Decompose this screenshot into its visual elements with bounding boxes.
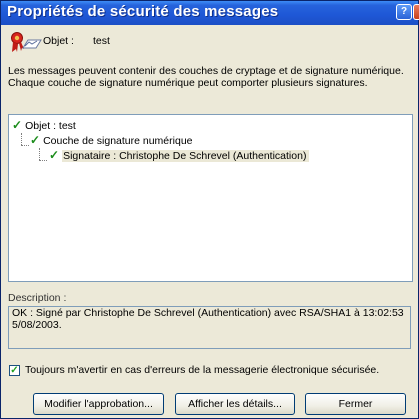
tree-node-label: Couche de signature numérique: [43, 135, 193, 147]
green-checkmark-icon: ✓: [49, 148, 60, 162]
green-checkmark-icon: ✓: [30, 133, 41, 147]
tree-connector: [39, 148, 40, 160]
tree-connector: [39, 160, 47, 161]
tree-node-object[interactable]: ✓ Objet : test: [12, 118, 76, 132]
edit-trust-button[interactable]: Modifier l'approbation...: [33, 393, 164, 415]
tree-node-label: Objet : test: [25, 120, 76, 132]
intro-text: Les messages peuvent contenir des couche…: [8, 65, 404, 89]
description-box: OK : Signé par Christophe De Schrevel (A…: [8, 306, 411, 349]
object-value: test: [93, 35, 110, 47]
tree-connector: [21, 145, 29, 146]
certificate-seal-icon: [11, 32, 42, 52]
help-button[interactable]: ?: [396, 4, 412, 20]
security-properties-dialog: Propriétés de sécurité des messages ? Ob…: [0, 0, 419, 419]
close-window-button[interactable]: [413, 4, 419, 20]
tree-connector: [21, 133, 22, 145]
window-title: Propriétés de sécurité des messages: [7, 3, 279, 20]
title-bar[interactable]: Propriétés de sécurité des messages ?: [1, 1, 419, 25]
signature-tree[interactable]: ✓ Objet : test ✓ Couche de signature numér…: [8, 114, 413, 282]
tree-node-label: Signataire : Christophe De Schrevel (Aut…: [62, 150, 310, 162]
description-label: Description :: [8, 292, 67, 304]
tree-node-signer[interactable]: ✓ Signataire : Christophe De Schrevel (Au…: [49, 148, 310, 162]
green-checkmark-icon: ✓: [12, 118, 23, 132]
always-warn-checkbox[interactable]: ✓: [9, 365, 20, 376]
close-button[interactable]: Fermer: [305, 393, 406, 415]
always-warn-label[interactable]: Toujours m'avertir en cas d'erreurs de l…: [25, 364, 379, 376]
object-label: Objet :: [43, 35, 74, 47]
tree-node-signature-layer[interactable]: ✓ Couche de signature numérique: [30, 133, 193, 147]
view-details-button[interactable]: Afficher les détails...: [175, 393, 295, 415]
